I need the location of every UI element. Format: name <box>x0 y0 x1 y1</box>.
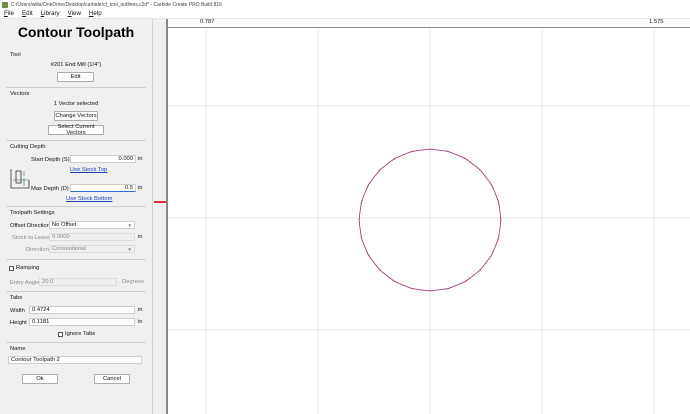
ruler-label: 1.575 <box>649 19 664 25</box>
position-marker <box>154 201 166 203</box>
toolpath-settings-heading: Toolpath Settings <box>10 210 55 216</box>
entry-angle-unit: Degrees <box>122 279 144 285</box>
app-icon <box>2 1 8 8</box>
ruler-label: 0.787 <box>200 19 215 25</box>
canvas-svg <box>168 29 690 414</box>
start-depth-field[interactable]: 0.000 <box>70 155 136 163</box>
vectors-heading: Vectors <box>10 91 30 97</box>
max-depth-label: Max Depth (D) <box>31 186 69 192</box>
divider <box>6 291 146 292</box>
start-depth-label: Start Depth (S) <box>31 157 70 163</box>
grid-lines <box>168 29 690 414</box>
max-depth-field[interactable]: 0.5 <box>70 184 136 192</box>
divider <box>6 259 146 260</box>
stock-to-leave-field[interactable]: 0.0000 <box>49 233 135 241</box>
toolpath-name-field[interactable]: Contour Toolpath 2 <box>8 356 142 364</box>
divider <box>6 140 146 141</box>
menu-library[interactable]: Library <box>41 10 60 17</box>
design-canvas[interactable]: 0.787 1.575 <box>166 19 690 414</box>
menu-bar: File Edit Library View Help <box>0 9 690 19</box>
title-bar: C:/Users/willa/OneDrive/Desktop/carbide/… <box>0 0 690 9</box>
ok-button[interactable]: Ok <box>22 374 58 384</box>
divider <box>6 206 146 207</box>
ramping-checkbox[interactable] <box>9 266 14 271</box>
tabs-heading: Tabs <box>10 295 23 301</box>
stock-to-leave-label: Stock to Leave <box>12 235 51 241</box>
menu-file[interactable]: File <box>4 10 14 17</box>
offset-direction-select[interactable]: No Offset ▼ <box>49 221 135 229</box>
stock-to-leave-unit: in <box>138 234 143 240</box>
tool-name: #201 End Mill (1/4") <box>50 62 102 68</box>
max-depth-unit: in <box>138 185 143 191</box>
ignore-tabs-checkbox[interactable] <box>58 332 63 337</box>
direction-value: Conventional <box>52 246 86 252</box>
chevron-down-icon: ▼ <box>127 222 132 228</box>
ramping-label: Ramping <box>16 265 40 271</box>
tab-height-label: Height <box>10 320 27 326</box>
menu-edit[interactable]: Edit <box>22 10 33 17</box>
panel-title: Contour Toolpath <box>17 24 135 40</box>
offset-direction-label: Offset Direction <box>10 223 50 229</box>
tab-height-field[interactable]: 0.1181 <box>29 318 135 326</box>
offset-direction-value: No Offset <box>52 222 77 228</box>
direction-select[interactable]: Conventional ▼ <box>49 245 135 253</box>
top-ruler <box>166 19 690 28</box>
vectors-status: 1 Vector selected <box>53 101 99 107</box>
panel-splitter[interactable] <box>152 19 166 414</box>
edit-tool-button[interactable]: Edit <box>57 72 94 82</box>
window-title: C:/Users/willa/OneDrive/Desktop/carbide/… <box>11 1 222 8</box>
use-stock-bottom-link[interactable]: Use Stock Bottom <box>66 196 112 202</box>
use-stock-top-link[interactable]: Use Stock Top <box>70 167 107 173</box>
entry-angle-label: Entry Angle <box>10 280 40 286</box>
direction-label: Direction <box>26 247 49 253</box>
contour-toolpath-panel: Contour Toolpath Tool #201 End Mill (1/4… <box>0 19 152 414</box>
ignore-tabs-label: Ignore Tabs <box>65 331 96 337</box>
entry-angle-field[interactable]: 20.0 <box>39 278 117 286</box>
tab-height-unit: in <box>138 319 143 325</box>
menu-view[interactable]: View <box>68 10 81 17</box>
start-depth-unit: in <box>138 156 143 162</box>
cancel-button[interactable]: Cancel <box>94 374 130 384</box>
tab-width-unit: in <box>138 307 143 313</box>
depth-diagram-icon <box>10 169 30 189</box>
menu-help[interactable]: Help <box>89 10 102 17</box>
select-current-vectors-button[interactable]: Select Current Vectors <box>48 124 104 136</box>
tab-width-label: Width <box>10 308 25 314</box>
cutting-depth-heading: Cutting Depth <box>10 144 46 150</box>
chevron-down-icon: ▼ <box>127 246 132 252</box>
divider <box>6 342 146 343</box>
left-ruler <box>166 19 168 414</box>
change-vectors-button[interactable]: Change Vectors <box>54 111 98 121</box>
tool-heading: Tool <box>10 52 21 58</box>
tab-width-field[interactable]: 0.4724 <box>29 306 135 314</box>
divider <box>6 87 146 88</box>
name-heading: Name <box>10 346 26 352</box>
